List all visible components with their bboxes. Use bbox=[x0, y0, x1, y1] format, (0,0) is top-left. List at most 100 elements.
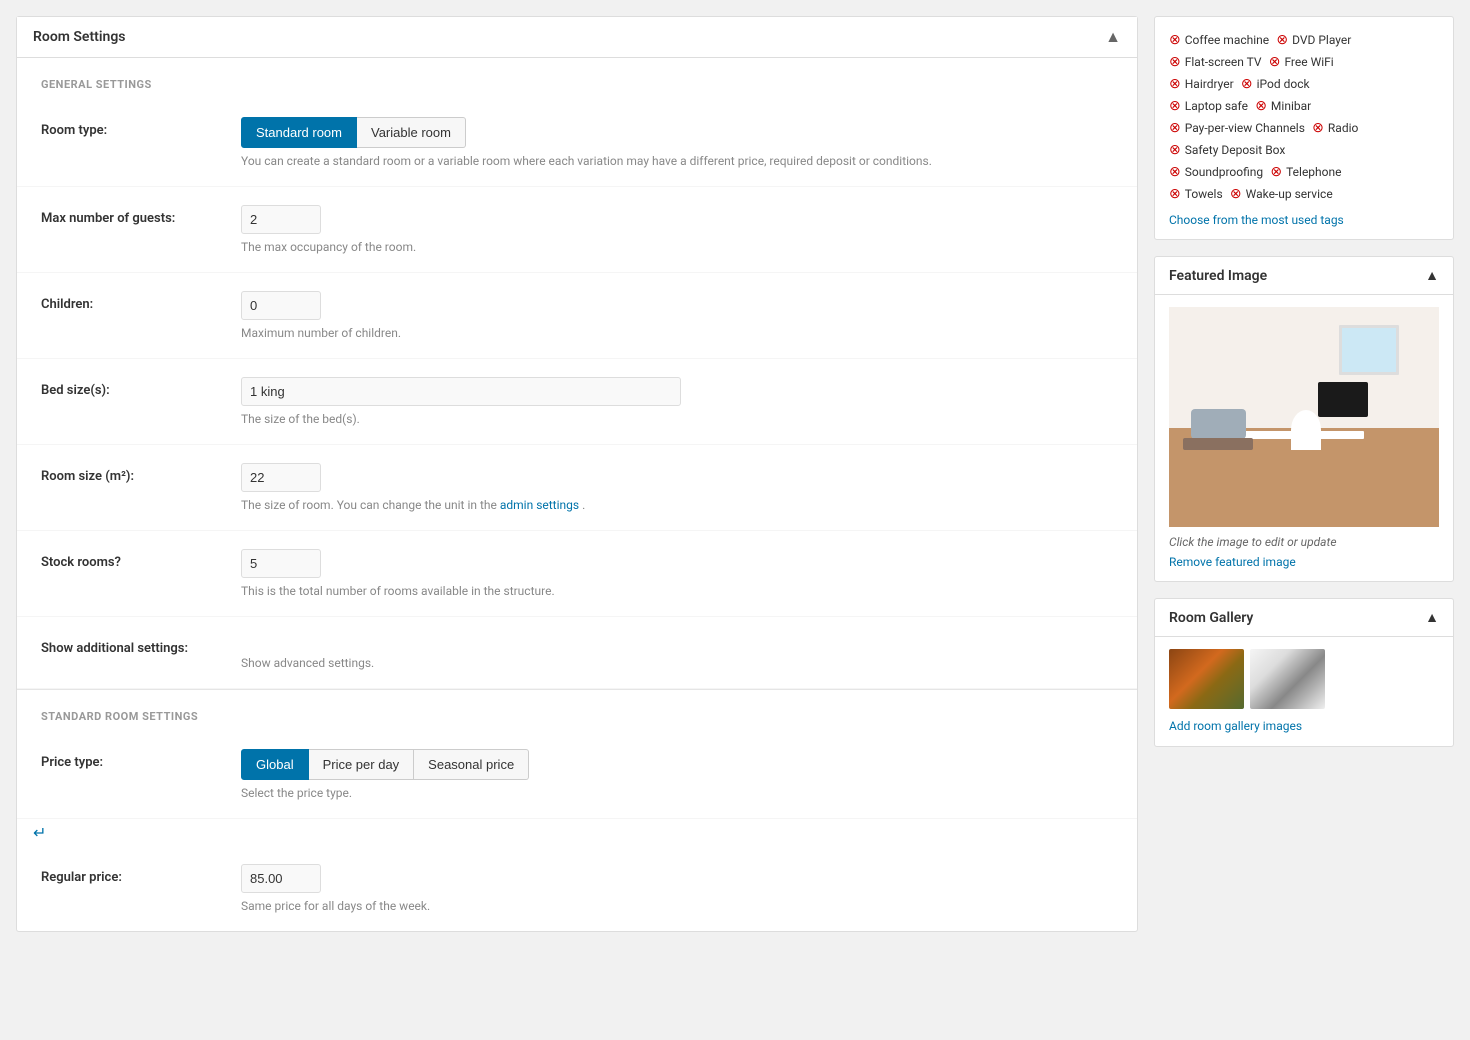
tag-pay-per-view-label: Pay-per-view Channels bbox=[1185, 121, 1305, 135]
tag-dvd-player-label: DVD Player bbox=[1292, 33, 1351, 47]
room-chair bbox=[1291, 410, 1321, 450]
panel-header: Room Settings ▲ bbox=[17, 17, 1137, 58]
variable-room-button[interactable]: Variable room bbox=[357, 117, 466, 148]
room-gallery-title: Room Gallery bbox=[1169, 610, 1253, 626]
bed-size-label: Bed size(s): bbox=[41, 377, 241, 398]
gallery-thumb-1[interactable] bbox=[1169, 649, 1244, 709]
gallery-thumbnails bbox=[1169, 649, 1439, 709]
admin-settings-link[interactable]: admin settings bbox=[500, 498, 579, 512]
children-content: Maximum number of children. bbox=[241, 291, 1113, 340]
tags-box: ⊗ Coffee machine ⊗ DVD Player ⊗ Flat-scr… bbox=[1154, 16, 1454, 240]
panel-toggle-icon[interactable]: ▲ bbox=[1105, 27, 1121, 47]
room-gallery-box: Room Gallery ▲ Add room gallery images bbox=[1154, 598, 1454, 747]
tag-coffee-machine-label: Coffee machine bbox=[1185, 33, 1269, 47]
tag-dvd-player: ⊗ DVD Player bbox=[1276, 32, 1351, 48]
regular-price-row: Regular price: Same price for all days o… bbox=[17, 846, 1137, 931]
room-size-content: The size of room. You can change the uni… bbox=[241, 463, 1113, 512]
tag-radio: ⊗ Radio bbox=[1312, 120, 1358, 136]
room-monitor bbox=[1318, 382, 1368, 417]
show-additional-content: Show advanced settings. bbox=[241, 635, 1113, 670]
room-size-input[interactable] bbox=[241, 463, 321, 492]
regular-price-label: Regular price: bbox=[41, 864, 241, 885]
price-type-btn-group: Global Price per day Seasonal price bbox=[241, 749, 1113, 780]
regular-price-content: Same price for all days of the week. bbox=[241, 864, 1113, 913]
tag-wake-up: ⊗ Wake-up service bbox=[1230, 186, 1333, 202]
tag-free-wifi: ⊗ Free WiFi bbox=[1269, 54, 1334, 70]
remove-towels-icon[interactable]: ⊗ bbox=[1169, 186, 1181, 202]
children-hint: Maximum number of children. bbox=[241, 326, 1113, 340]
seasonal-price-button[interactable]: Seasonal price bbox=[414, 749, 529, 780]
tag-minibar: ⊗ Minibar bbox=[1255, 98, 1311, 114]
show-additional-label: Show additional settings: bbox=[41, 635, 241, 656]
room-pillow bbox=[1191, 409, 1246, 439]
standard-room-button[interactable]: Standard room bbox=[241, 117, 357, 148]
down-arrow-icon: ↵ bbox=[33, 823, 46, 842]
max-guests-hint: The max occupancy of the room. bbox=[241, 240, 1113, 254]
bed-size-input[interactable] bbox=[241, 377, 681, 406]
panel-title: Room Settings bbox=[33, 29, 125, 45]
remove-free-wifi-icon[interactable]: ⊗ bbox=[1269, 54, 1281, 70]
room-type-btn-group: Standard room Variable room bbox=[241, 117, 1113, 148]
stock-rooms-hint: This is the total number of rooms availa… bbox=[241, 584, 1113, 598]
gallery-area: Add room gallery images bbox=[1155, 637, 1453, 746]
room-type-row: Room type: Standard room Variable room Y… bbox=[17, 99, 1137, 187]
remove-pay-per-view-icon[interactable]: ⊗ bbox=[1169, 120, 1181, 136]
price-type-content: Global Price per day Seasonal price Sele… bbox=[241, 749, 1113, 800]
stock-rooms-input[interactable] bbox=[241, 549, 321, 578]
global-price-button[interactable]: Global bbox=[241, 749, 309, 780]
remove-ipod-dock-icon[interactable]: ⊗ bbox=[1241, 76, 1253, 92]
tag-ipod-dock: ⊗ iPod dock bbox=[1241, 76, 1310, 92]
children-label: Children: bbox=[41, 291, 241, 312]
max-guests-input[interactable] bbox=[241, 205, 321, 234]
tag-laptop-safe: ⊗ Laptop safe bbox=[1169, 98, 1248, 114]
featured-image-hint: Click the image to edit or update bbox=[1169, 535, 1439, 549]
max-guests-label: Max number of guests: bbox=[41, 205, 241, 226]
featured-image-preview[interactable] bbox=[1169, 307, 1439, 527]
tag-safety-deposit-label: Safety Deposit Box bbox=[1185, 143, 1286, 157]
tag-coffee-machine: ⊗ Coffee machine bbox=[1169, 32, 1269, 48]
tags-area: ⊗ Coffee machine ⊗ DVD Player ⊗ Flat-scr… bbox=[1155, 17, 1453, 239]
room-size-hint: The size of room. You can change the uni… bbox=[241, 498, 1113, 512]
stock-rooms-row: Stock rooms? This is the total number of… bbox=[17, 531, 1137, 617]
remove-dvd-player-icon[interactable]: ⊗ bbox=[1276, 32, 1288, 48]
remove-coffee-machine-icon[interactable]: ⊗ bbox=[1169, 32, 1181, 48]
tag-minibar-label: Minibar bbox=[1271, 99, 1311, 113]
stock-rooms-label: Stock rooms? bbox=[41, 549, 241, 570]
remove-wake-up-icon[interactable]: ⊗ bbox=[1230, 186, 1242, 202]
featured-image-area: Click the image to edit or update Remove… bbox=[1155, 295, 1453, 581]
room-gallery-toggle-icon[interactable]: ▲ bbox=[1425, 609, 1439, 626]
tag-hairdryer: ⊗ Hairdryer bbox=[1169, 76, 1234, 92]
room-size-row: Room size (m²): The size of room. You ca… bbox=[17, 445, 1137, 531]
children-input[interactable] bbox=[241, 291, 321, 320]
remove-flat-screen-tv-icon[interactable]: ⊗ bbox=[1169, 54, 1181, 70]
gallery-thumb-2[interactable] bbox=[1250, 649, 1325, 709]
remove-safety-deposit-icon[interactable]: ⊗ bbox=[1169, 142, 1181, 158]
room-size-label: Room size (m²): bbox=[41, 463, 241, 484]
tag-wake-up-label: Wake-up service bbox=[1246, 187, 1333, 201]
tag-pay-per-view: ⊗ Pay-per-view Channels bbox=[1169, 120, 1305, 136]
room-type-label: Room type: bbox=[41, 117, 241, 138]
remove-featured-image-link[interactable]: Remove featured image bbox=[1169, 555, 1439, 569]
children-row: Children: Maximum number of children. bbox=[17, 273, 1137, 359]
remove-hairdryer-icon[interactable]: ⊗ bbox=[1169, 76, 1181, 92]
remove-minibar-icon[interactable]: ⊗ bbox=[1255, 98, 1267, 114]
remove-laptop-safe-icon[interactable]: ⊗ bbox=[1169, 98, 1181, 114]
price-per-day-button[interactable]: Price per day bbox=[309, 749, 415, 780]
sidebar: ⊗ Coffee machine ⊗ DVD Player ⊗ Flat-scr… bbox=[1154, 16, 1454, 763]
featured-image-box: Featured Image ▲ Click the image to edit… bbox=[1154, 256, 1454, 582]
standard-settings-label: STANDARD ROOM SETTINGS bbox=[17, 690, 1137, 731]
add-gallery-images-link[interactable]: Add room gallery images bbox=[1169, 719, 1302, 733]
bed-size-content: The size of the bed(s). bbox=[241, 377, 1113, 426]
price-type-hint: Select the price type. bbox=[241, 786, 1113, 800]
choose-tags-link[interactable]: Choose from the most used tags bbox=[1169, 213, 1439, 227]
max-guests-row: Max number of guests: The max occupancy … bbox=[17, 187, 1137, 273]
room-gallery-header: Room Gallery ▲ bbox=[1155, 599, 1453, 637]
room-type-hint: You can create a standard room or a vari… bbox=[241, 154, 1113, 168]
tag-soundproofing: ⊗ Soundproofing bbox=[1169, 164, 1263, 180]
regular-price-input[interactable] bbox=[241, 864, 321, 893]
remove-soundproofing-icon[interactable]: ⊗ bbox=[1169, 164, 1181, 180]
remove-radio-icon[interactable]: ⊗ bbox=[1312, 120, 1324, 136]
featured-image-toggle-icon[interactable]: ▲ bbox=[1425, 267, 1439, 284]
remove-telephone-icon[interactable]: ⊗ bbox=[1270, 164, 1282, 180]
tag-telephone-label: Telephone bbox=[1286, 165, 1341, 179]
